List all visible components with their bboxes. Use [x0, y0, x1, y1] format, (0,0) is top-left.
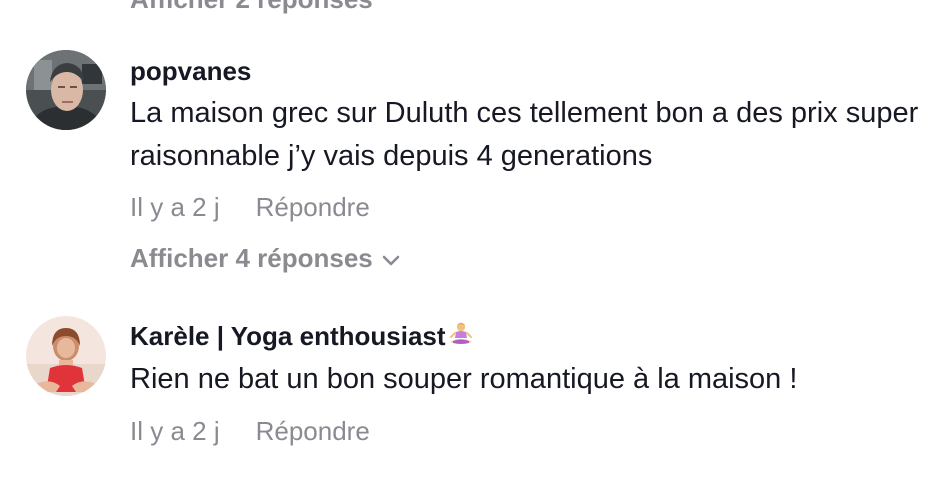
comment-text: Rien ne bat un bon souper romantique à l…: [130, 363, 798, 395]
view-replies-button[interactable]: Afficher 4 réponses: [130, 243, 401, 274]
comment-meta: Il y a 2 j Répondre: [130, 416, 370, 447]
comment-username[interactable]: Karèle | Yoga enthousiast: [130, 321, 474, 354]
avatar[interactable]: [26, 50, 106, 130]
chevron-down-icon: [382, 255, 400, 266]
comment-username-text: Karèle | Yoga enthousiast: [130, 321, 446, 351]
view-replies-link-previous[interactable]: Afficher 2 réponses: [130, 0, 373, 15]
avatar[interactable]: [26, 316, 106, 396]
comment-timestamp: Il y a 2 j: [130, 192, 220, 222]
comment-meta: Il y a 2 j Répondre: [130, 192, 370, 223]
reply-button[interactable]: Répondre: [256, 416, 370, 446]
comment-username[interactable]: popvanes: [130, 56, 251, 87]
view-replies-label: Afficher 4 réponses: [130, 243, 373, 273]
lotus-position-icon: [448, 321, 474, 354]
comment-text: La maison grec sur Duluth ces tellement …: [130, 97, 919, 172]
comment-timestamp: Il y a 2 j: [130, 416, 220, 446]
reply-button[interactable]: Répondre: [256, 192, 370, 222]
